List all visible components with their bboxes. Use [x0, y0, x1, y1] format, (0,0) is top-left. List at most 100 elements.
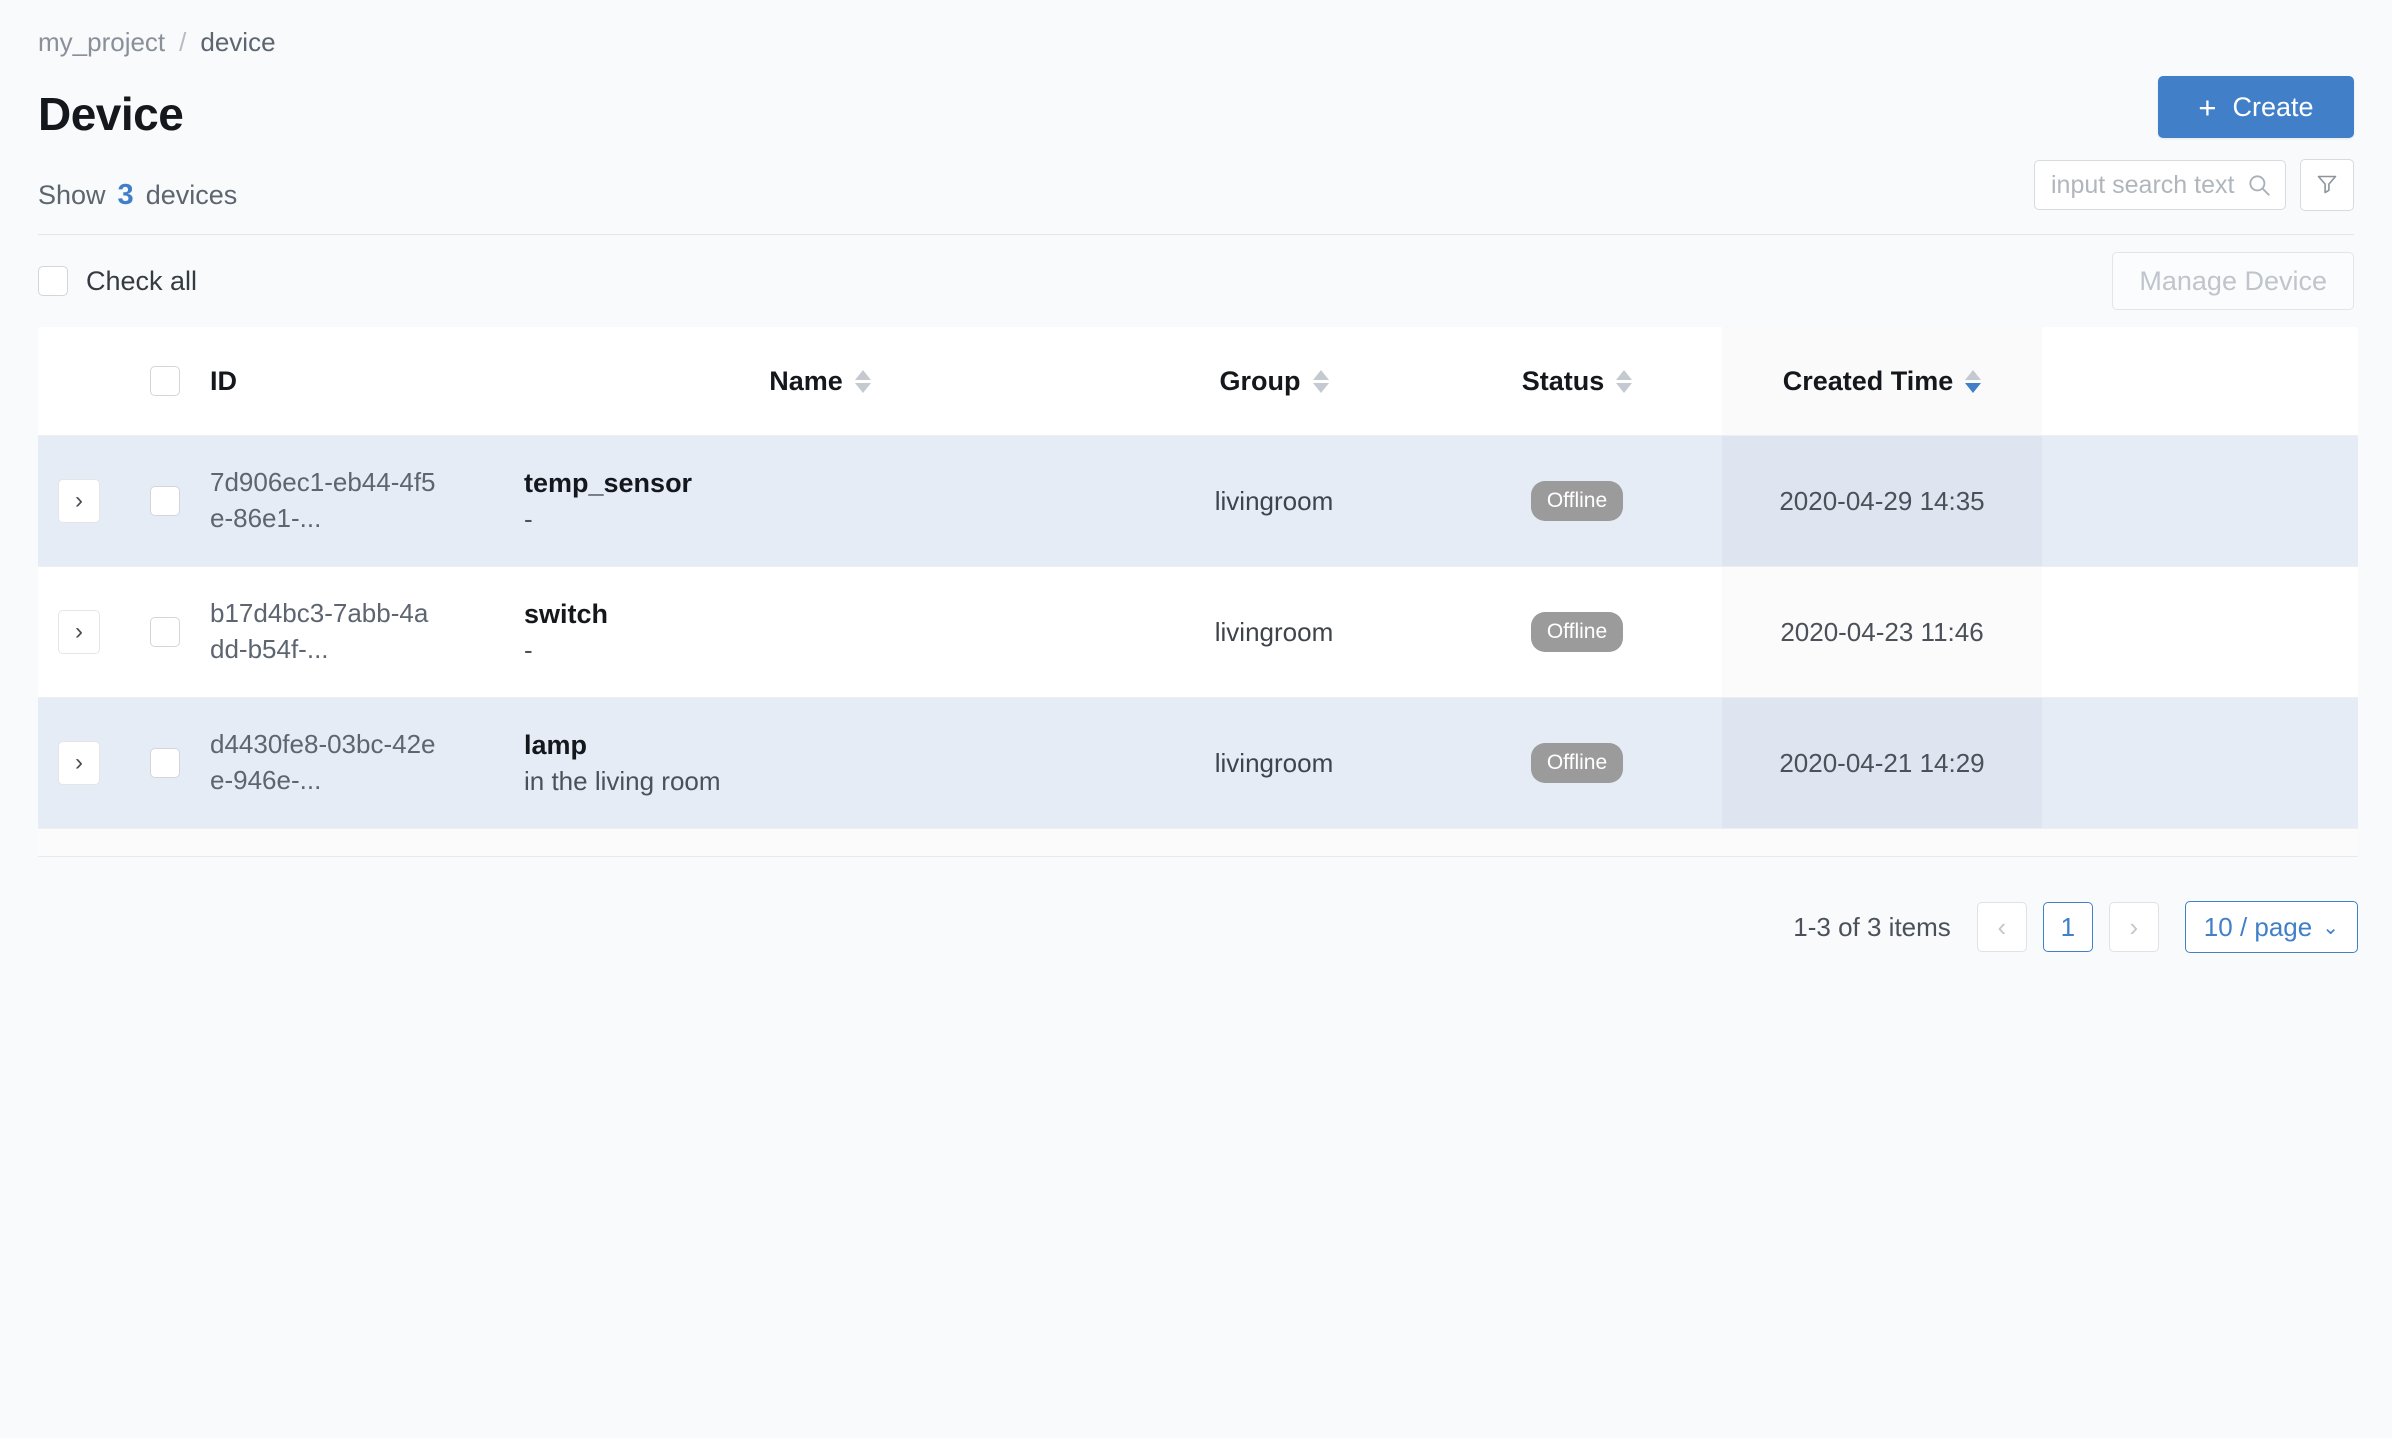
breadcrumb-item-device[interactable]: device: [200, 27, 275, 58]
sort-asc-caret: [854, 369, 871, 380]
page-title: Device: [38, 88, 184, 140]
search-input[interactable]: [2034, 160, 2286, 210]
table-footer: [38, 829, 2358, 857]
table-header-row: ID Name Group Status Created Time: [38, 327, 2358, 436]
plus-icon: +: [2198, 89, 2217, 125]
pagination-total: 1-3 of 3 items: [1793, 911, 1951, 942]
row-cell-actions: [2042, 567, 2358, 697]
device-description: in the living room: [524, 765, 721, 796]
column-header-group-label: Group: [1219, 365, 1301, 396]
status-badge: Offline: [1530, 481, 1624, 521]
sort-desc-caret: [854, 382, 871, 393]
row-cell-created-time: 2020-04-29 14:35: [1722, 436, 2042, 566]
device-group: livingroom: [1214, 485, 1334, 516]
device-id: d4430fe8-03bc-42ee-946e-...: [210, 729, 436, 795]
filter-button[interactable]: [2300, 159, 2354, 211]
chevron-right-icon[interactable]: ›: [58, 479, 100, 523]
header-cell-created-time: Created Time: [1722, 327, 2042, 435]
header-cell-actions: [2042, 327, 2358, 435]
select-all-rows-checkbox[interactable]: [150, 366, 180, 396]
header-cell-name: Name: [524, 327, 1116, 435]
column-header-created-time[interactable]: Created Time: [1783, 366, 1982, 397]
pagination-next-button[interactable]: ›: [2108, 902, 2159, 952]
row-checkbox[interactable]: [150, 486, 180, 516]
device-name: temp_sensor: [524, 468, 693, 499]
column-header-group[interactable]: Group: [1220, 366, 1329, 397]
device-created-time: 2020-04-23 11:46: [1780, 616, 1984, 647]
sort-asc-caret: [1616, 369, 1633, 380]
table-row[interactable]: › 7d906ec1-eb44-4f5e-86e1-... temp_senso…: [38, 436, 2358, 567]
sort-icon-group[interactable]: [1312, 369, 1329, 393]
device-description: -: [524, 634, 533, 665]
page-header: Device + Create: [38, 76, 2354, 146]
breadcrumb-item-project[interactable]: my_project: [38, 27, 165, 58]
manage-device-button[interactable]: Manage Device: [2112, 252, 2354, 310]
row-cell-status: Offline: [1432, 436, 1722, 566]
device-page: my_project / device Device + Create Show…: [0, 0, 2392, 1438]
device-name: lamp: [524, 730, 588, 761]
row-expand-cell: ›: [38, 567, 120, 697]
sort-asc-caret: [1965, 369, 1982, 380]
check-all-checkbox[interactable]: [38, 266, 68, 296]
pagination-prev-button[interactable]: ‹: [1976, 902, 2027, 952]
sort-icon-status[interactable]: [1616, 369, 1633, 393]
status-badge: Offline: [1530, 612, 1624, 652]
sort-icon-name[interactable]: [854, 369, 871, 393]
chevron-right-icon[interactable]: ›: [58, 741, 100, 785]
device-count: 3: [117, 179, 134, 211]
search-area: [2034, 159, 2354, 211]
row-select-cell: [120, 436, 210, 566]
table-row[interactable]: › b17d4bc3-7abb-4add-b54f-... switch - l…: [38, 567, 2358, 698]
row-cell-created-time: 2020-04-23 11:46: [1722, 567, 2042, 697]
device-table: ID Name Group Status Created Time › 7d90…: [38, 327, 2358, 829]
row-cell-created-time: 2020-04-21 14:29: [1722, 698, 2042, 828]
chevron-right-icon[interactable]: ›: [58, 610, 100, 654]
row-cell-id: 7d906ec1-eb44-4f5e-86e1-...: [210, 436, 524, 566]
row-cell-group: livingroom: [1116, 567, 1432, 697]
row-checkbox[interactable]: [150, 748, 180, 778]
row-expand-cell: ›: [38, 436, 120, 566]
device-name: switch: [524, 599, 609, 630]
sort-icon-created-time[interactable]: [1965, 369, 1982, 393]
status-badge: Offline: [1530, 743, 1624, 783]
sort-desc-caret: [1312, 382, 1329, 393]
column-header-status-label: Status: [1521, 365, 1605, 396]
row-cell-name: lamp in the living room: [524, 698, 1116, 828]
row-cell-group: livingroom: [1116, 698, 1432, 828]
device-name-block: temp_sensor -: [524, 466, 692, 536]
breadcrumb: my_project / device: [38, 0, 2354, 62]
chevron-right-icon: ›: [2129, 911, 2139, 942]
column-header-created-time-label: Created Time: [1782, 365, 1954, 396]
row-cell-actions: [2042, 436, 2358, 566]
create-button[interactable]: + Create: [2158, 76, 2354, 138]
device-name-block: switch -: [524, 597, 608, 667]
row-expand-cell: ›: [38, 698, 120, 828]
row-checkbox[interactable]: [150, 617, 180, 647]
selection-toolbar: Check all Manage Device: [38, 235, 2354, 327]
device-created-time: 2020-04-21 14:29: [1779, 747, 1985, 778]
table-row[interactable]: › d4430fe8-03bc-42ee-946e-... lamp in th…: [38, 698, 2358, 829]
header-cell-id: ID: [210, 327, 524, 435]
sort-asc-caret: [1312, 369, 1329, 380]
column-header-status[interactable]: Status: [1522, 366, 1633, 397]
row-cell-actions: [2042, 698, 2358, 828]
device-description: -: [524, 503, 533, 534]
header-cell-status: Status: [1432, 327, 1722, 435]
breadcrumb-separator: /: [179, 26, 187, 57]
page-size-select[interactable]: 10 / page ⌄: [2184, 901, 2358, 953]
pagination-page-1[interactable]: 1: [2042, 902, 2093, 952]
row-cell-id: d4430fe8-03bc-42ee-946e-...: [210, 698, 524, 828]
device-count-text: Show 3 devices: [38, 164, 2354, 226]
row-select-cell: [120, 567, 210, 697]
chevron-down-icon: ⌄: [2322, 916, 2339, 939]
device-name-block: lamp in the living room: [524, 728, 721, 798]
row-cell-status: Offline: [1432, 567, 1722, 697]
row-cell-name: switch -: [524, 567, 1116, 697]
row-cell-group: livingroom: [1116, 436, 1432, 566]
filter-icon: [2315, 172, 2339, 199]
check-all-label[interactable]: Check all: [86, 266, 197, 297]
header-cell-expand: [38, 327, 120, 435]
column-header-name[interactable]: Name: [769, 366, 871, 397]
column-header-name-label: Name: [769, 365, 843, 396]
device-id: b17d4bc3-7abb-4add-b54f-...: [210, 598, 429, 664]
